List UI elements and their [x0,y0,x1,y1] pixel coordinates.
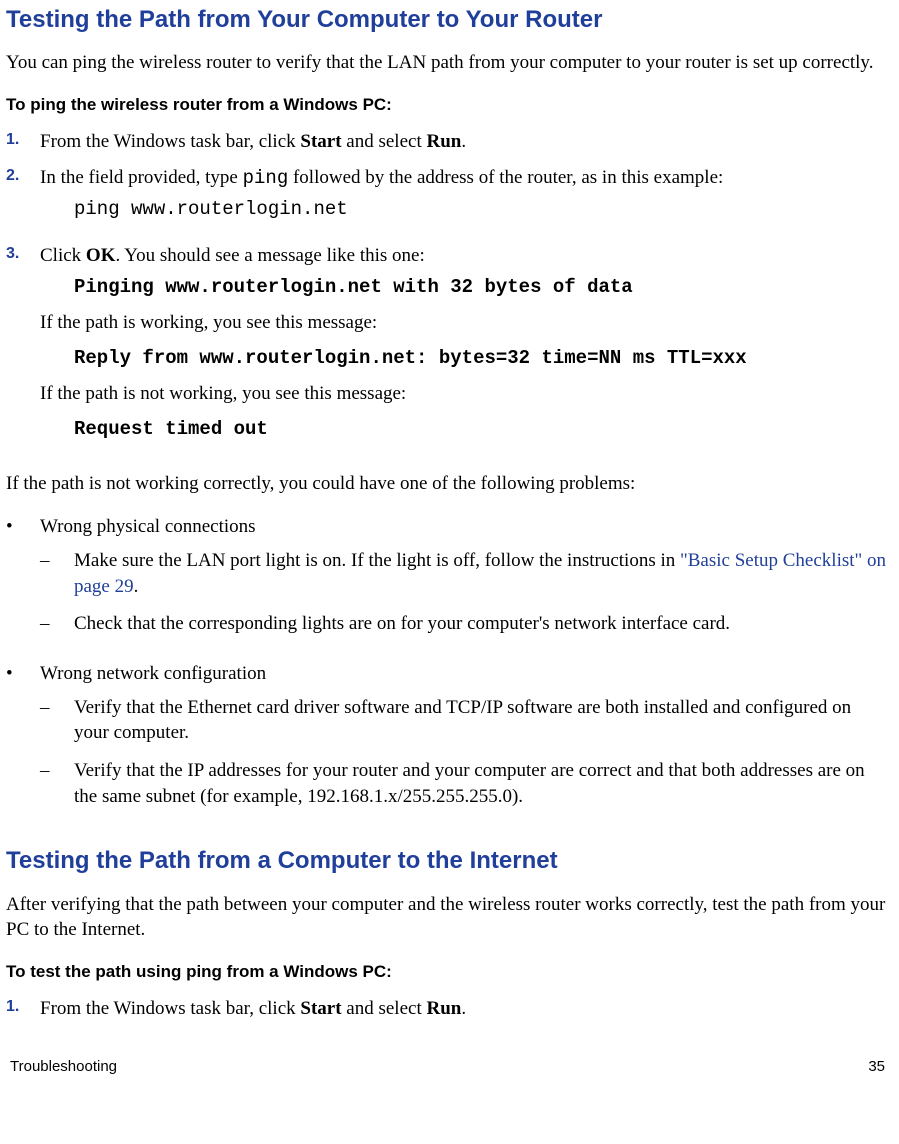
text-bold: Start [300,998,341,1019]
text: If the path is not working, you see this… [40,381,889,407]
dash-item: – Verify that the IP addresses for your … [40,758,889,809]
subhead-section2: To test the path using ping from a Windo… [6,961,889,984]
step-body: From the Windows task bar, click Start a… [40,996,889,1022]
text: Make sure the LAN port light is on. If t… [74,550,680,571]
step-body: Click OK. You should see a message like … [40,243,889,453]
code-block: Pinging www.routerlogin.net with 32 byte… [74,275,889,301]
text-bold: Run [426,998,461,1019]
text: Verify that the Ethernet card driver sof… [74,695,889,746]
step-body: From the Windows task bar, click Start a… [40,129,889,155]
intro-section1: You can ping the wireless router to veri… [6,50,889,76]
text: followed by the address of the router, a… [288,167,723,188]
dash-body: Make sure the LAN port light is on. If t… [74,548,889,599]
dash-marker: – [40,695,74,746]
text: If the path is working, you see this mes… [40,310,889,336]
code-block: ping www.routerlogin.net [74,197,889,223]
page-footer: Troubleshooting 35 [6,1057,889,1077]
text: From the Windows task bar, click [40,998,300,1019]
footer-page-number: 35 [868,1057,885,1077]
text-bold: OK [86,245,116,266]
dash-item: – Verify that the Ethernet card driver s… [40,695,889,746]
intro-section2: After verifying that the path between yo… [6,892,889,943]
text: Verify that the IP addresses for your ro… [74,758,889,809]
text: . [461,131,466,152]
dash-marker: – [40,548,74,599]
step-number: 1. [6,996,40,1022]
ordered-list-2: 1. From the Windows task bar, click Star… [6,996,889,1022]
bullet-marker: • [6,661,40,821]
list-item: 2. In the field provided, type ping foll… [6,165,889,233]
bullet-item: • Wrong physical connections – Make sure… [6,514,889,649]
text: and select [342,998,427,1019]
text: Wrong network configuration [40,661,889,687]
list-item: 1. From the Windows task bar, click Star… [6,129,889,155]
page-content: Testing the Path from Your Computer to Y… [0,0,899,1098]
bullet-body: Wrong network configuration – Verify tha… [40,661,889,821]
step-body: In the field provided, type ping followe… [40,165,889,233]
text: and select [342,131,427,152]
list-item: 3. Click OK. You should see a message li… [6,243,889,453]
text-code: ping [243,167,289,189]
text: Check that the corresponding lights are … [74,611,889,637]
code-block: Reply from www.routerlogin.net: bytes=32… [74,346,889,372]
text: Wrong physical connections [40,514,889,540]
code-block: Request timed out [74,417,889,443]
dash-marker: – [40,611,74,637]
dash-item: – Make sure the LAN port light is on. If… [40,548,889,599]
step-number: 2. [6,165,40,233]
text: In the field provided, type [40,167,243,188]
text: . [461,998,466,1019]
bullet-item: • Wrong network configuration – Verify t… [6,661,889,821]
footer-section-name: Troubleshooting [10,1057,117,1077]
text: From the Windows task bar, click [40,131,300,152]
text-bold: Run [426,131,461,152]
step-number: 3. [6,243,40,453]
text: Click [40,245,86,266]
text: . You should see a message like this one… [115,245,424,266]
text: . [134,576,139,597]
list-item: 1. From the Windows task bar, click Star… [6,996,889,1022]
dash-marker: – [40,758,74,809]
heading-section2: Testing the Path from a Computer to the … [6,845,889,877]
paragraph: If the path is not working correctly, yo… [6,471,889,497]
bullet-marker: • [6,514,40,649]
dash-item: – Check that the corresponding lights ar… [40,611,889,637]
subhead-section1: To ping the wireless router from a Windo… [6,94,889,117]
text-bold: Start [300,131,341,152]
bullet-body: Wrong physical connections – Make sure t… [40,514,889,649]
step-number: 1. [6,129,40,155]
ordered-list-1: 1. From the Windows task bar, click Star… [6,129,889,453]
heading-section1: Testing the Path from Your Computer to Y… [6,4,889,36]
